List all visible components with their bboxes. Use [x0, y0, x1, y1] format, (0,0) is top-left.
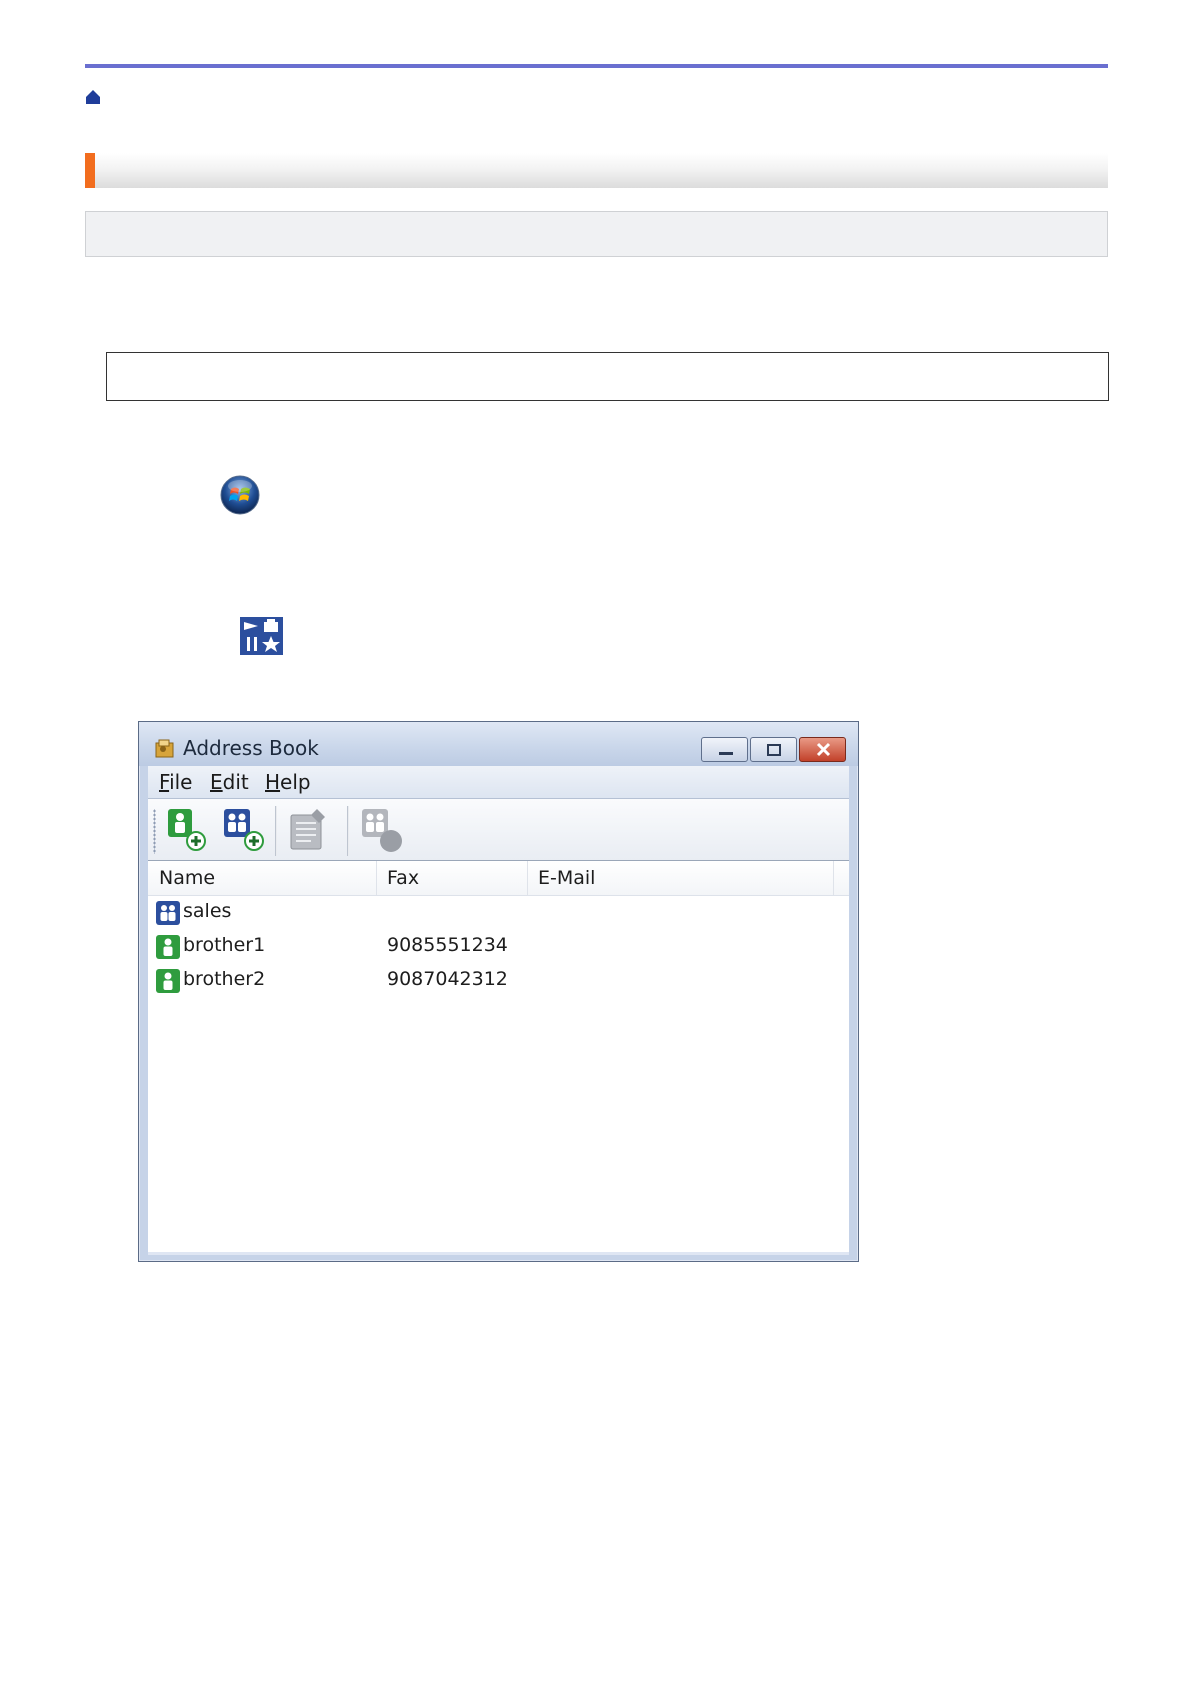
delete-icon[interactable]: [358, 805, 406, 855]
cell-name: brother2: [183, 968, 266, 990]
edit-icon[interactable]: [283, 805, 331, 855]
section-accent: [85, 153, 95, 188]
list-row-brother1[interactable]: brother1 9085551234: [148, 930, 849, 963]
windows-start-icon: [220, 475, 260, 515]
maximize-icon: [767, 744, 781, 756]
cell-fax: 9085551234: [387, 934, 508, 956]
cell-name: brother1: [183, 934, 266, 956]
close-icon: [816, 742, 831, 757]
cell-fax: 9087042312: [387, 968, 508, 990]
add-contact-icon[interactable]: [160, 805, 208, 855]
group-icon: [156, 901, 180, 925]
note-box: [106, 352, 1109, 401]
maximize-button[interactable]: [750, 737, 797, 762]
top-rule: [85, 64, 1108, 68]
column-header-name[interactable]: Name: [148, 861, 377, 895]
list-header: Name Fax E-Mail: [148, 861, 849, 896]
contact-list: Name Fax E-Mail sales brother1 908555123…: [148, 860, 849, 1252]
minimize-icon: [719, 752, 733, 755]
list-row-brother2[interactable]: brother2 9087042312: [148, 964, 849, 997]
menu-bar: File Edit Help: [148, 766, 849, 799]
section-header-bar: [85, 153, 1108, 188]
window-bottom-border: [148, 1252, 849, 1255]
menu-help[interactable]: Help: [265, 770, 311, 794]
add-group-icon[interactable]: [218, 805, 266, 855]
contact-icon: [156, 935, 180, 959]
column-header-fax[interactable]: Fax: [377, 861, 528, 895]
toolbar: [148, 799, 849, 861]
close-button[interactable]: [799, 737, 846, 762]
menu-edit[interactable]: Edit: [210, 770, 249, 794]
menu-file[interactable]: File: [159, 770, 192, 794]
related-box: [85, 211, 1108, 257]
address-book-window: Address Book File Edit Help Name Fax E-M…: [138, 721, 859, 1262]
toolbar-grip[interactable]: [153, 809, 156, 854]
column-header-email[interactable]: E-Mail: [528, 861, 834, 895]
toolbar-separator: [275, 806, 277, 856]
cell-name: sales: [183, 900, 232, 922]
address-book-app-icon: [155, 739, 174, 758]
minimize-button[interactable]: [701, 737, 748, 762]
home-icon[interactable]: [85, 89, 101, 105]
title-bar[interactable]: Address Book: [139, 722, 858, 766]
window-title: Address Book: [183, 736, 319, 760]
contact-icon: [156, 969, 180, 993]
list-row-sales[interactable]: sales: [148, 896, 849, 929]
toolbar-separator: [347, 806, 349, 856]
brother-utilities-icon: [240, 617, 283, 655]
